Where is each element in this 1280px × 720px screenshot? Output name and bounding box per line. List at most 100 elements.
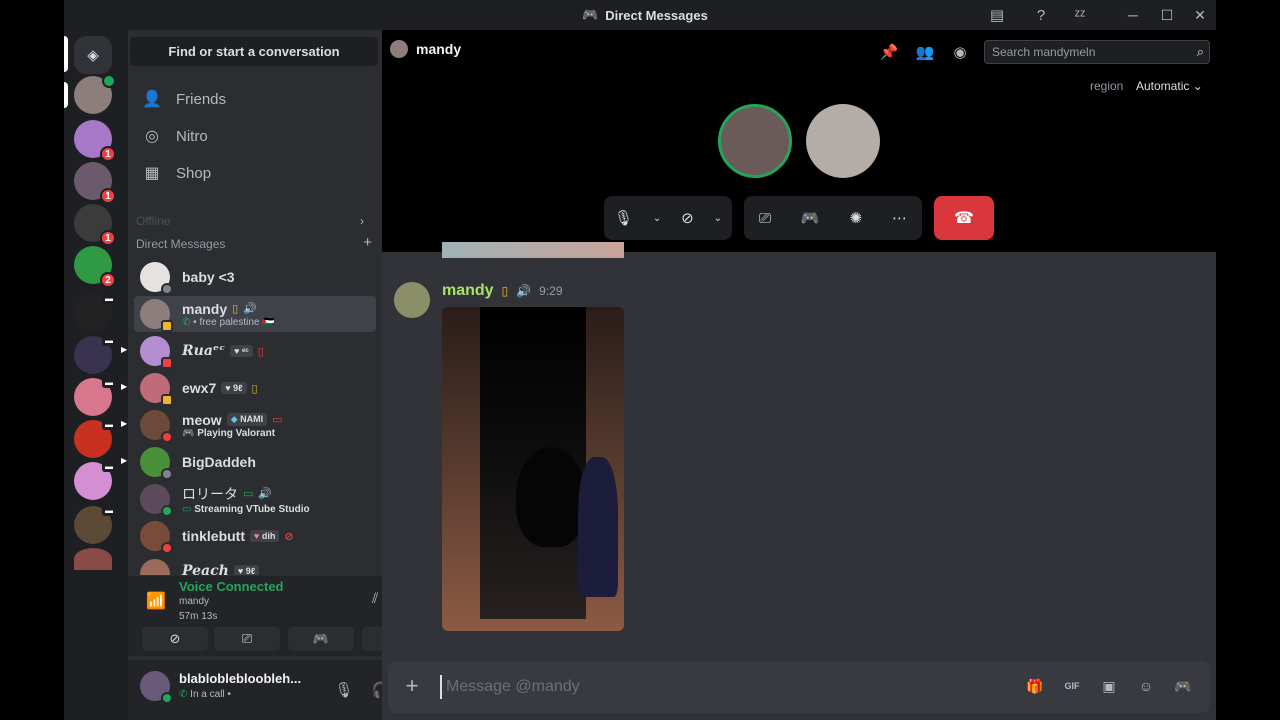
user-profile-icon[interactable]: ◉ <box>949 41 971 63</box>
server-icon[interactable]: ▬ <box>74 376 116 416</box>
avatar <box>140 521 173 554</box>
gif-icon[interactable]: GIF <box>1061 675 1083 697</box>
gift-icon[interactable]: 🎁 <box>1024 675 1046 697</box>
chevron-down-icon[interactable]: ⌄ <box>653 213 661 224</box>
nav-friends[interactable]: 👤 Friends <box>134 82 374 116</box>
dm-item-mandy[interactable]: mandy ▯ 🔊 ✆ • free palestine 🇵🇸 <box>134 296 376 332</box>
sticker-icon[interactable]: ▣ <box>1098 675 1120 697</box>
screen-share-button[interactable]: ⎚ <box>759 210 771 227</box>
clan-tag: ♥ ᵉᶜ <box>230 345 253 357</box>
server-icon[interactable]: ▬ <box>74 418 116 458</box>
server-icon[interactable] <box>74 548 112 570</box>
screen-share-button[interactable]: ⎚ <box>214 627 280 651</box>
dm-item-baby[interactable]: baby <3 <box>134 259 376 295</box>
soundboard-button[interactable]: ✺ <box>850 209 863 227</box>
camera-off-button[interactable]: ⊘ <box>681 209 694 227</box>
faded-section-label: Offline <box>136 214 171 228</box>
message-input[interactable] <box>440 675 1000 699</box>
desktop-icon: ▭ <box>272 414 283 426</box>
home-button[interactable]: ◈ <box>74 36 112 74</box>
more-options-button[interactable]: ⋯ <box>892 209 907 227</box>
server-icon[interactable]: ▬ <box>74 292 116 332</box>
create-dm-icon[interactable]: + <box>363 234 372 251</box>
dm-item-tinklebutt[interactable]: tinklebutt ♥ dih ⊘ <box>134 518 376 554</box>
call-participant-avatar[interactable] <box>806 104 880 178</box>
window-title: 🎮 Direct Messages <box>582 7 708 23</box>
region-select[interactable]: Automatic ⌄ <box>1136 79 1203 93</box>
mention-badge: 1 <box>100 146 116 162</box>
message-timestamp: 9:29 <box>539 284 563 298</box>
server-icon[interactable]: ▬ <box>74 334 116 374</box>
microphone-icon[interactable]: 🎙 <box>333 679 355 701</box>
server-icon[interactable]: 1 <box>74 120 116 162</box>
game-icon: 🎮 <box>182 427 195 439</box>
video-off-button[interactable]: ⊘ <box>142 627 208 651</box>
search-input[interactable]: Search mandymeln ⌕ <box>984 40 1210 64</box>
user-status: ✆ In a call • <box>179 689 231 700</box>
controller-icon: 🎮 <box>312 631 330 646</box>
microphone-button[interactable]: 🎙 <box>614 209 633 227</box>
voice-status[interactable]: Voice Connected <box>179 579 284 594</box>
server-icon[interactable]: ▬ <box>74 504 116 544</box>
dm-item-lolita[interactable]: ロリータ ▭ 🔊 ▭ Streaming VTube Studio <box>134 481 376 517</box>
letterbox-left <box>0 0 64 720</box>
unread-indicator <box>64 82 68 108</box>
dnd-status-icon <box>161 431 173 443</box>
chevron-down-icon[interactable]: ⌄ <box>714 213 722 224</box>
activity-button[interactable]: 🎮 <box>801 209 820 227</box>
clan-tag: ♥ dih <box>250 530 280 542</box>
noise-suppression-icon[interactable]: ⫽ <box>372 590 378 607</box>
chevron-right-icon[interactable]: › <box>360 214 364 228</box>
image-attachment[interactable] <box>442 307 624 631</box>
dm-item-bigdaddeh[interactable]: ▶ BigDaddeh <box>121 444 376 480</box>
mention-badge: 2 <box>100 272 116 288</box>
message-composer: + 🎁 GIF ▣ ☺ 🎮 <box>388 661 1210 713</box>
activity-button[interactable]: 🎮 <box>288 627 354 651</box>
close-window-button[interactable]: ✕ <box>1188 4 1212 26</box>
minimize-button[interactable]: ─ <box>1121 4 1145 26</box>
message-author[interactable]: mandy <box>442 282 494 300</box>
chevron-icon: ▶ <box>121 419 128 428</box>
find-conversation-button[interactable]: Find or start a conversation <box>130 37 378 66</box>
message-header: mandy ▯ 🔊 9:29 <box>442 282 563 300</box>
active-indicator <box>64 36 68 72</box>
dm-item-meow[interactable]: ▶ meow ◆ NAMI ▭ 🎮 Playing Valorant <box>121 407 376 443</box>
stream-icon: ▭ <box>182 503 192 515</box>
server-icon[interactable] <box>74 74 116 114</box>
maximize-button[interactable]: ☐ <box>1155 4 1179 26</box>
user-avatar[interactable] <box>140 671 173 704</box>
sleep-icon[interactable]: ᶻᶻ <box>1069 4 1091 26</box>
phone-icon: ✆ <box>179 689 188 700</box>
emoji-icon[interactable]: ☺ <box>1135 675 1157 697</box>
help-icon[interactable]: ? <box>1030 4 1052 26</box>
photo-figure <box>578 457 618 597</box>
signal-icon[interactable]: 📶 <box>146 591 166 611</box>
voice-channel[interactable]: mandy <box>179 596 209 607</box>
apps-controller-icon[interactable]: 🎮 <box>1172 675 1194 697</box>
dm-item-rua[interactable]: ▶ 𝑹𝒖𝒂ᵉᶜ ♥ ᵉᶜ ▯ <box>121 333 376 369</box>
upload-plus-icon[interactable]: + <box>400 673 424 698</box>
call-participant-avatar[interactable] <box>718 104 792 178</box>
avatar <box>140 410 173 443</box>
add-friends-icon[interactable]: 👥 <box>914 41 936 63</box>
online-status-icon <box>161 692 173 704</box>
nav-shop[interactable]: ▦ Shop <box>134 156 374 190</box>
pin-icon[interactable]: 📌 <box>878 41 900 63</box>
avatar <box>140 373 173 406</box>
avatar <box>140 336 173 369</box>
inbox-icon[interactable]: ▤ <box>986 4 1008 26</box>
server-icon[interactable]: 1 <box>74 162 116 204</box>
server-icon[interactable]: 2 <box>74 246 116 288</box>
server-icon[interactable]: ▬ <box>74 460 116 500</box>
nav-nitro[interactable]: ◎ Nitro <box>134 119 374 153</box>
activity-controls: ⎚ 🎮 ✺ ⋯ <box>744 196 922 240</box>
server-icon[interactable]: 1 <box>74 204 116 246</box>
blocked-icon: ⊘ <box>284 530 294 543</box>
username[interactable]: blabloblebloobleh... <box>179 671 319 686</box>
previous-attachment-edge <box>442 242 624 258</box>
message-avatar[interactable] <box>394 282 430 318</box>
hang-up-button[interactable]: ☎ <box>934 196 994 240</box>
dm-item-peach[interactable]: Peach ♥ 9ℓ <box>134 555 376 575</box>
avatar <box>140 447 173 480</box>
dm-item-ewx7[interactable]: ▶ ewx7 ♥ 9ℓ ▯ <box>121 370 376 406</box>
